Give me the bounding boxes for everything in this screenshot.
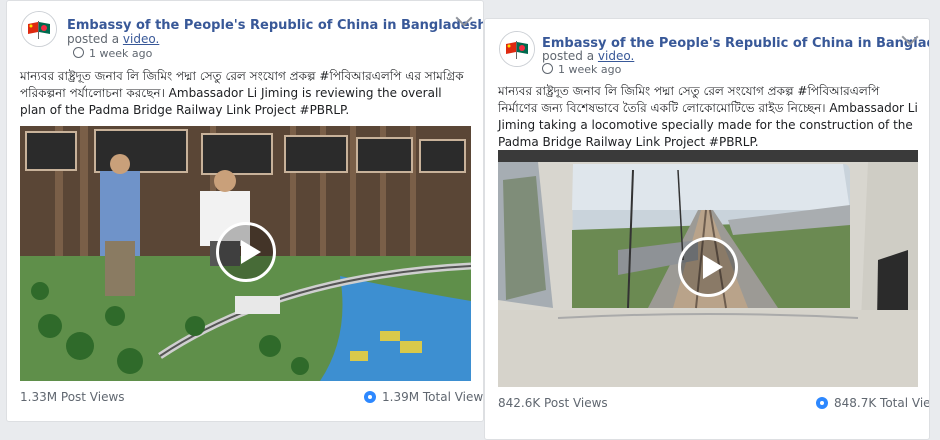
post-views: 842.6K Post Views: [498, 396, 608, 410]
posted-prefix: posted a: [67, 32, 120, 46]
play-icon[interactable]: [678, 237, 738, 297]
post-views: 1.33M Post Views: [20, 390, 125, 404]
total-views-text: 1.39M Total Views: [382, 390, 484, 404]
time-text: 1 week ago: [558, 63, 622, 76]
page-name-link[interactable]: Embassy of the People's Republic of Chin…: [67, 18, 483, 33]
time-text: 1 week ago: [89, 47, 153, 60]
post-text: মান্যবর রাষ্ট্রদূত জনাব লি জিমিং পদ্মা স…: [498, 84, 918, 149]
page-name[interactable]: Embassy of the People's Republic of Chin…: [67, 18, 483, 33]
page-avatar[interactable]: [499, 31, 535, 67]
video-player[interactable]: [498, 150, 918, 387]
flag-avatar-icon: [22, 12, 56, 46]
timestamp[interactable]: 1 week ago: [542, 63, 621, 76]
views-icon: [816, 397, 828, 409]
total-views-text: 848.7K Total Views: [834, 396, 930, 410]
post-card: Embassy of the People's Republic of Chin…: [484, 18, 930, 440]
globe-icon: [73, 47, 84, 58]
flag-avatar-icon: [500, 32, 534, 66]
total-views: 1.39M Total Views: [364, 390, 484, 404]
video-player[interactable]: [20, 126, 471, 381]
posted-line: posted a video.: [542, 49, 634, 63]
post-card: Embassy of the People's Republic of Chin…: [6, 0, 484, 422]
timestamp[interactable]: 1 week ago: [73, 47, 152, 60]
total-views: 848.7K Total Views: [816, 396, 930, 410]
play-icon[interactable]: [216, 222, 276, 282]
video-link[interactable]: video.: [123, 32, 159, 46]
posted-line: posted a video.: [67, 32, 159, 46]
post-text: মান্যবর রাষ্ট্রদূত জনাব লি জিমিং পদ্মা স…: [20, 69, 464, 117]
video-link[interactable]: video.: [598, 49, 634, 63]
posted-prefix: posted a: [542, 49, 595, 63]
page-avatar[interactable]: [21, 11, 57, 47]
globe-icon: [542, 63, 553, 74]
views-icon: [364, 391, 376, 403]
